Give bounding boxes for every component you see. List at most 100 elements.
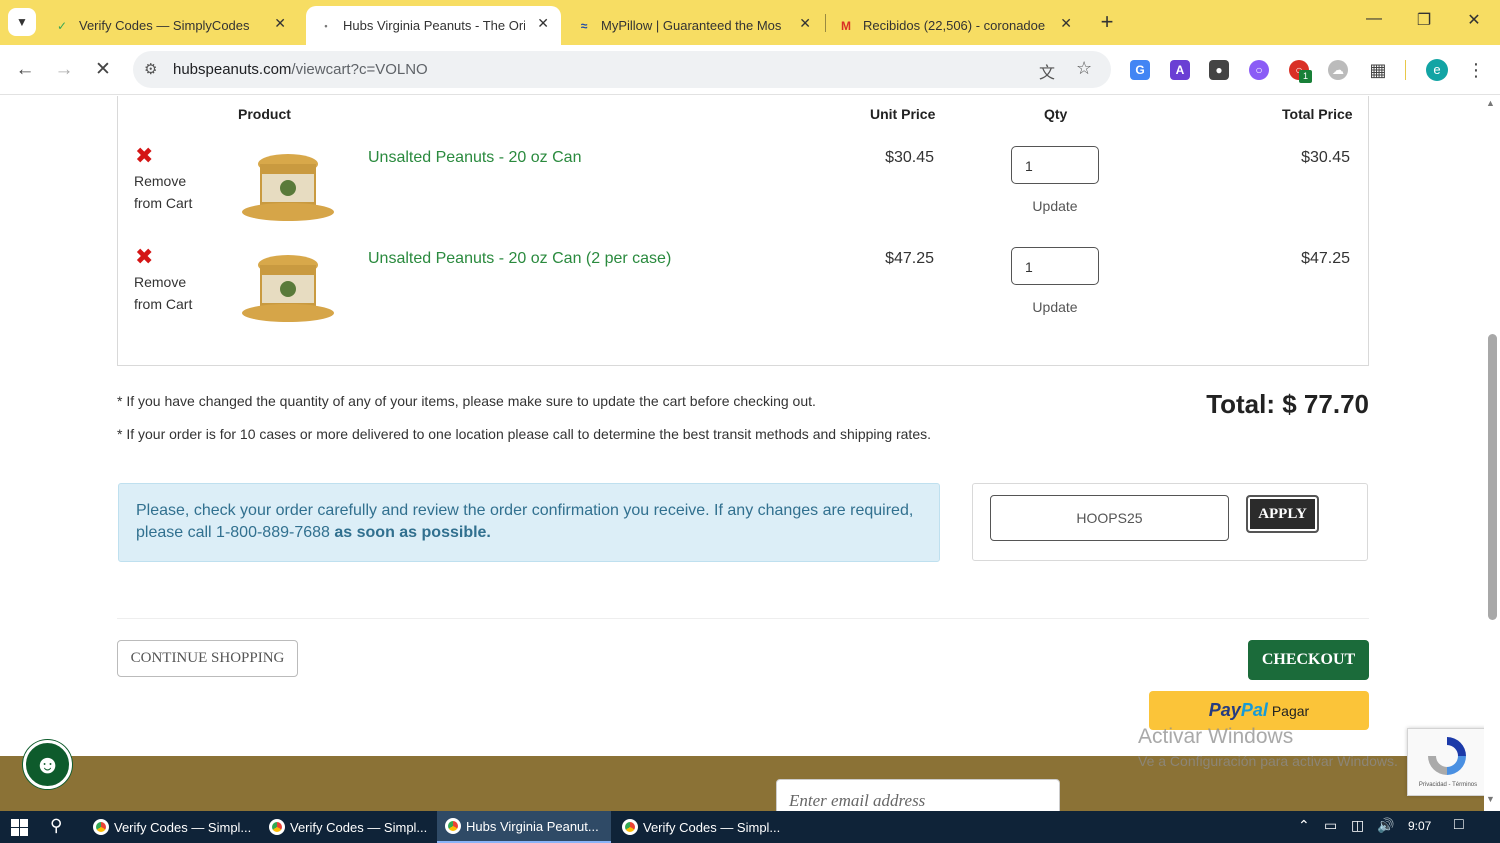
tab-hubs-peanuts[interactable]: • Hubs Virginia Peanuts - The Ori ✕: [306, 6, 561, 45]
recaptcha-badge[interactable]: Privacidad - Términos: [1407, 728, 1487, 796]
site-info-icon[interactable]: ⚙: [144, 60, 157, 78]
taskbar-app-label: Verify Codes — Simpl...: [643, 819, 781, 835]
quantity-input[interactable]: 1: [1011, 146, 1099, 184]
close-tab-icon[interactable]: ✕: [799, 15, 811, 32]
search-icon[interactable]: ⚲: [50, 816, 62, 836]
taskbar-app-label: Verify Codes — Simpl...: [114, 819, 252, 835]
network-icon[interactable]: ◫: [1351, 817, 1364, 834]
font-ext-icon[interactable]: A: [1170, 60, 1190, 80]
cloud-ext-icon[interactable]: ☁: [1328, 60, 1348, 80]
url-text: hubspeanuts.com/viewcart?c=VOLNO: [173, 61, 428, 78]
product-link[interactable]: Unsalted Peanuts - 20 oz Can: [368, 149, 581, 167]
checkout-button[interactable]: CHECKOUT: [1248, 640, 1369, 680]
paypal-logo-pal: Pal: [1240, 700, 1268, 720]
volume-icon[interactable]: 🔊: [1377, 817, 1394, 834]
purple-ext-icon[interactable]: ○: [1249, 60, 1269, 80]
remove-from-cart-link[interactable]: Remove from Cart: [134, 170, 204, 214]
close-tab-icon[interactable]: ✕: [1060, 15, 1072, 32]
cart-table: Product Unit Price Qty Total Price ✖ Rem…: [117, 96, 1369, 366]
battery-icon[interactable]: ▭: [1324, 817, 1337, 834]
windows-taskbar: ⚲ Verify Codes — Simpl... Verify Codes —…: [0, 811, 1500, 843]
peanut-can-image[interactable]: [240, 251, 336, 323]
update-link[interactable]: Update: [1011, 198, 1099, 214]
toolbar-divider: [1405, 60, 1406, 80]
ext-badge: 1: [1299, 70, 1312, 83]
translate-icon[interactable]: 文: [1039, 59, 1055, 83]
clock[interactable]: 9:07: [1408, 819, 1431, 833]
scroll-up-icon[interactable]: ▲: [1486, 98, 1495, 108]
loading-icon: •: [324, 20, 328, 31]
scrollbar-thumb[interactable]: [1488, 334, 1497, 620]
section-divider: [117, 618, 1369, 619]
mypillow-icon: ≈: [580, 18, 588, 33]
continue-shopping-button[interactable]: CONTINUE SHOPPING: [117, 640, 298, 677]
coupon-code-input[interactable]: HOOPS25: [990, 495, 1229, 541]
menu-kebab-icon[interactable]: ⋮: [1464, 58, 1488, 82]
chrome-icon: [622, 819, 638, 835]
back-icon[interactable]: ←: [13, 58, 37, 82]
minimize-icon[interactable]: —: [1359, 10, 1389, 28]
taskbar-app-chrome-active[interactable]: Hubs Virginia Peanut...: [437, 811, 611, 843]
email-placeholder: Enter email address: [789, 791, 926, 810]
apply-coupon-button[interactable]: APPLY: [1246, 495, 1319, 533]
tab-gmail[interactable]: M Recibidos (22,506) - coronadoe ✕: [830, 6, 1084, 45]
remove-x-icon[interactable]: ✖: [135, 145, 153, 167]
bookmark-star-icon[interactable]: ☆: [1076, 58, 1092, 79]
scroll-down-icon[interactable]: ▼: [1486, 794, 1495, 804]
recaptcha-terms[interactable]: Privacidad - Términos: [1412, 782, 1484, 788]
recaptcha-icon: [1428, 737, 1466, 775]
header-total-price: Total Price: [1282, 106, 1353, 122]
google-translate-ext-icon[interactable]: G: [1130, 60, 1150, 80]
taskbar-app-chrome[interactable]: Verify Codes — Simpl...: [85, 811, 257, 843]
close-tab-icon[interactable]: ✕: [537, 15, 549, 32]
robot-ext-icon[interactable]: ●: [1209, 60, 1229, 80]
total-price: $30.45: [1301, 149, 1350, 166]
newsletter-email-input[interactable]: Enter email address: [776, 779, 1060, 811]
info-bold-text: as soon as possible.: [334, 524, 491, 541]
simplycodes-icon: ✓: [56, 18, 68, 33]
remove-label: from Cart: [134, 296, 193, 312]
taskbar-app-chrome[interactable]: Verify Codes — Simpl...: [614, 811, 786, 843]
show-hidden-icons-icon[interactable]: ⌃: [1298, 817, 1310, 834]
accessibility-icon[interactable]: ☻: [23, 740, 72, 789]
stop-loading-icon[interactable]: ✕: [91, 58, 115, 82]
remove-from-cart-link[interactable]: Remove from Cart: [134, 271, 204, 315]
tab-title: Hubs Virginia Peanuts - The Ori: [343, 18, 525, 33]
new-tab-button[interactable]: +: [1094, 8, 1120, 36]
gmail-icon: M: [841, 18, 851, 33]
tab-search-button[interactable]: ▼: [8, 8, 36, 36]
restore-icon[interactable]: ❐: [1409, 10, 1439, 30]
tab-title: MyPillow | Guaranteed the Mos: [601, 18, 782, 33]
peanut-can-image[interactable]: [240, 150, 336, 222]
address-bar[interactable]: ⚙ hubspeanuts.com/viewcart?c=VOLNO 文 ☆: [133, 51, 1111, 88]
remove-label: Remove: [134, 274, 187, 290]
chrome-icon: [93, 819, 109, 835]
windows-start-icon[interactable]: [11, 819, 28, 836]
forward-icon[interactable]: →: [52, 58, 76, 82]
extensions-puzzle-icon[interactable]: ▦: [1368, 60, 1388, 80]
taskbar-app-chrome[interactable]: Verify Codes — Simpl...: [261, 811, 433, 843]
windows-activation-watermark: Activar Windows: [1138, 725, 1294, 748]
update-link[interactable]: Update: [1011, 299, 1099, 315]
close-window-icon[interactable]: ✕: [1459, 10, 1489, 30]
browser-tab-bar: ▼ ✓ Verify Codes — SimplyCodes ✕ • Hubs …: [0, 0, 1500, 45]
tab-verify-codes[interactable]: ✓ Verify Codes — SimplyCodes ✕: [48, 6, 298, 45]
notification-icon[interactable]: □: [1454, 816, 1464, 834]
bulk-order-note: * If your order is for 10 cases or more …: [117, 426, 932, 442]
profile-avatar[interactable]: e: [1426, 59, 1448, 81]
remove-label: from Cart: [134, 195, 193, 211]
product-link[interactable]: Unsalted Peanuts - 20 oz Can (2 per case…: [368, 250, 671, 268]
tab-title: Verify Codes — SimplyCodes: [79, 18, 250, 33]
url-path: /viewcart?c=VOLNO: [291, 61, 428, 78]
tab-mypillow[interactable]: ≈ MyPillow | Guaranteed the Mos ✕: [568, 6, 823, 45]
unit-price: $47.25: [885, 250, 934, 267]
taskbar-app-label: Hubs Virginia Peanut...: [466, 818, 599, 834]
note-text: If you have changed the quantity of any …: [126, 393, 816, 409]
remove-x-icon[interactable]: ✖: [135, 246, 153, 268]
unit-price: $30.45: [885, 149, 934, 166]
update-note: * If you have changed the quantity of an…: [117, 393, 816, 409]
close-tab-icon[interactable]: ✕: [274, 15, 286, 32]
chrome-icon: [445, 818, 461, 834]
tab-title: Recibidos (22,506) - coronadoe: [863, 18, 1045, 33]
quantity-input[interactable]: 1: [1011, 247, 1099, 285]
